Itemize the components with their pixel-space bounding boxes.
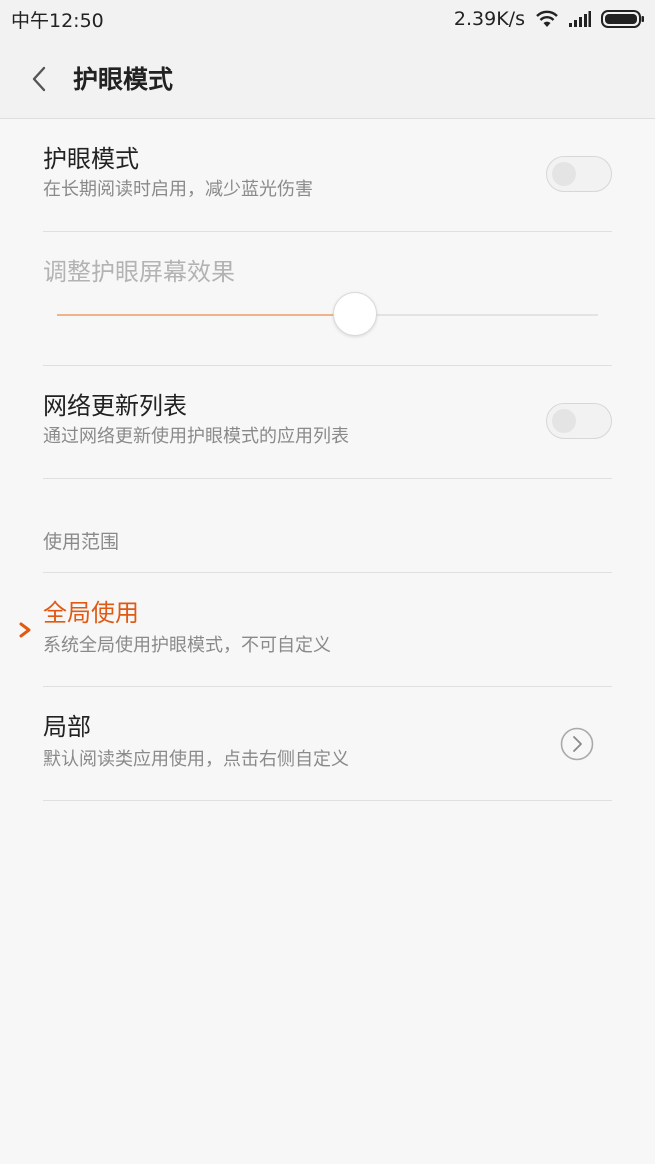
network-update-toggle[interactable] [546,403,612,439]
eye-mode-row[interactable]: 护眼模式 在长期阅读时启用，减少蓝光伤害 [43,119,612,232]
toggle-knob [552,409,576,433]
selected-check-icon [17,621,33,639]
header: 护眼模式 [0,38,655,119]
toggle-knob [552,162,576,186]
scope-option-partial[interactable]: 局部 默认阅读类应用使用，点击右侧自定义 [43,687,612,801]
chevron-circle-right-icon[interactable] [560,727,594,761]
scope-section-header: 使用范围 [43,479,612,573]
network-update-row[interactable]: 网络更新列表 通过网络更新使用护眼模式的应用列表 [43,366,612,479]
slider-thumb[interactable] [332,292,377,336]
signal-icon [569,11,591,27]
scope-option-subtitle: 默认阅读类应用使用，点击右侧自定义 [43,749,349,770]
screen-effect-slider[interactable] [57,292,598,336]
eye-mode-subtitle: 在长期阅读时启用，减少蓝光伤害 [43,179,313,200]
scope-option-subtitle: 系统全局使用护眼模式，不可自定义 [43,635,331,656]
slider-fill [57,314,355,316]
eye-mode-title: 护眼模式 [43,145,139,173]
scope-option-title: 局部 [43,713,91,741]
scope-option-global[interactable]: 全局使用 系统全局使用护眼模式，不可自定义 [19,573,612,687]
status-bar: 中午12:50 2.39K/s [0,0,655,38]
eye-mode-toggle[interactable] [546,156,612,192]
chevron-left-icon[interactable] [30,64,50,94]
screen-effect-title: 调整护眼屏幕效果 [43,258,235,286]
scope-section-label: 使用范围 [43,531,120,553]
network-update-subtitle: 通过网络更新使用护眼模式的应用列表 [43,426,349,447]
screen-effect-row: 调整护眼屏幕效果 [43,232,612,366]
page-title: 护眼模式 [73,65,174,94]
scope-option-title: 全局使用 [43,599,139,627]
wifi-icon [535,10,559,28]
settings-list: 护眼模式 在长期阅读时启用，减少蓝光伤害 调整护眼屏幕效果 网络更新列表 通过网… [0,119,655,801]
battery-icon [601,10,645,28]
status-time: 中午12:50 [11,10,104,32]
network-update-title: 网络更新列表 [43,392,187,420]
network-speed: 2.39K/s [453,8,525,30]
status-right: 2.39K/s [454,6,645,32]
